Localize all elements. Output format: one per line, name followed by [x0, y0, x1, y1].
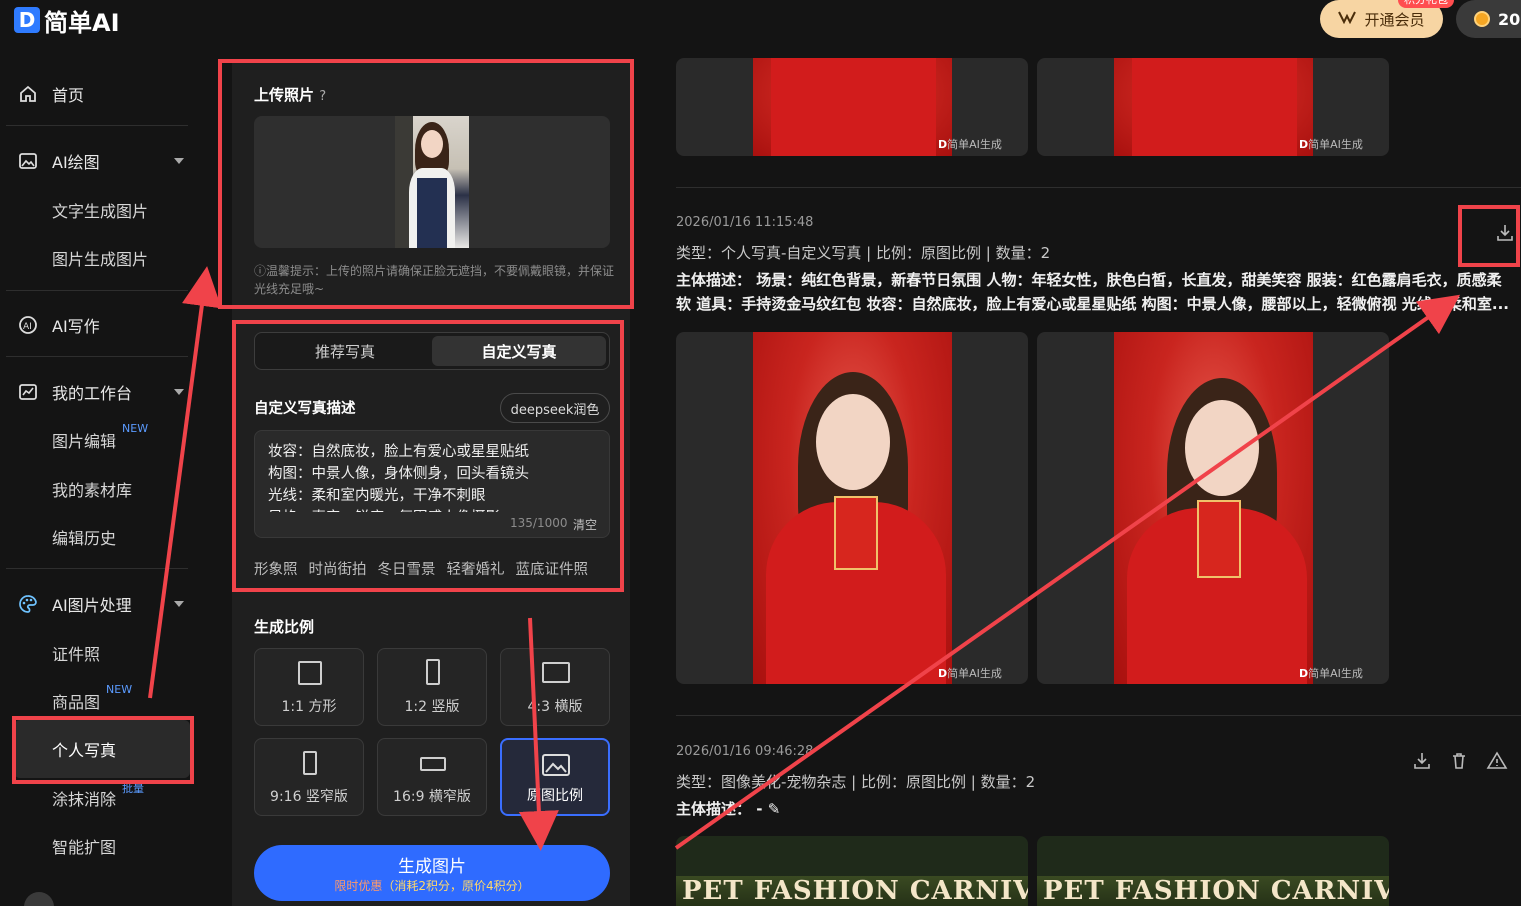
app-root: D 简单AI 开通会员 积分礼包 20 首页 AI绘图 文字生成图片 图片生成图…	[0, 0, 1521, 906]
annotation-arrows	[148, 266, 1461, 851]
